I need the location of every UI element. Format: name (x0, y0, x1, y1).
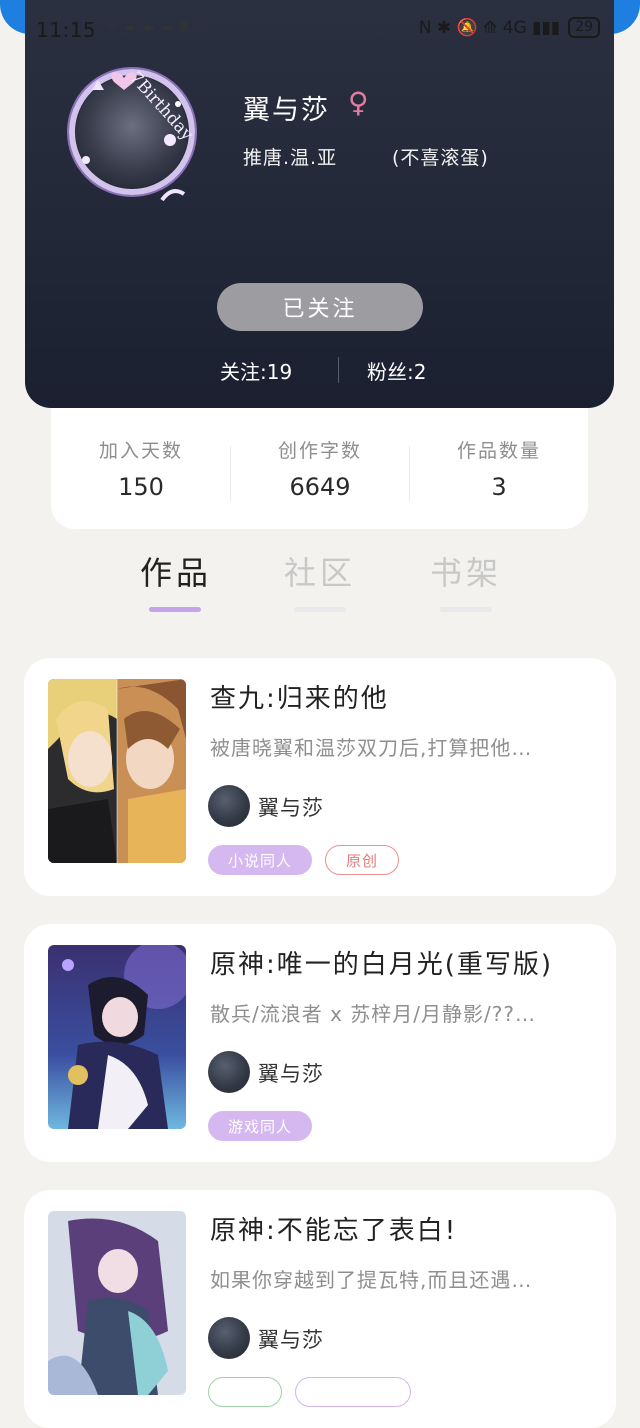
tab-bookshelf[interactable]: 书架 (430, 548, 502, 594)
work-tag[interactable] (295, 1377, 411, 1407)
work-card[interactable]: 原神:不能忘了表白! 如果你穿越到了提瓦特,而且还遇… 翼与莎 (24, 1190, 616, 1428)
work-tag[interactable]: 原创 (325, 845, 399, 875)
profile-bio-note: (不喜滚蛋) (392, 147, 489, 169)
author-avatar[interactable] (208, 1051, 250, 1093)
work-title: 原神:唯一的白月光(重写版) (210, 950, 554, 980)
work-title: 查九:归来的他 (210, 684, 389, 714)
follow-stats: 关注:19 粉丝:2 (0, 356, 640, 386)
stat-value: 6649 (289, 473, 351, 501)
follow-button[interactable]: 已关注 (217, 283, 423, 331)
work-tag[interactable]: 游戏同人 (208, 1111, 312, 1141)
stat-join-days: 加入天数 150 (51, 436, 231, 501)
system-icons: N ✱ 🔕 ⟰ 4G ▮▮▮ 29 (419, 17, 600, 38)
tab-indicator (149, 607, 201, 612)
work-author: 翼与莎 (258, 1328, 324, 1352)
work-card[interactable]: 查九:归来的他 被唐晓翼和温莎双刀后,打算把他… 翼与莎 小说同人 原创 (24, 658, 616, 896)
work-description: 散兵/流浪者 x 苏梓月/月静影/??… (210, 1002, 536, 1026)
stat-label: 加入天数 (98, 440, 183, 462)
divider (338, 357, 339, 383)
tab-indicator (440, 607, 492, 612)
status-time: 11:15 (36, 18, 97, 42)
status-bar: 11:15 ⊖ ☁ ☁ ☁ ▣ … N ✱ 🔕 ⟰ 4G ▮▮▮ 29 (0, 14, 640, 48)
signal-icons: N ✱ 🔕 ⟰ 4G ▮▮▮ (418, 17, 561, 38)
profile-nickname: 翼与莎 (243, 95, 330, 126)
work-cover[interactable] (48, 945, 186, 1129)
tab-indicator (294, 607, 346, 612)
work-cover[interactable] (48, 1211, 186, 1395)
work-description: 被唐晓翼和温莎双刀后,打算把他… (210, 736, 533, 760)
tab-works[interactable]: 作品 (140, 548, 212, 594)
following-count[interactable]: 关注:19 (220, 356, 292, 385)
avatar[interactable]: 7Birthday (67, 67, 200, 202)
stat-word-count: 创作字数 6649 (230, 436, 410, 501)
work-card[interactable]: 原神:唯一的白月光(重写版) 散兵/流浪者 x 苏梓月/月静影/??… 翼与莎 … (24, 924, 616, 1162)
stat-work-count: 作品数量 3 (409, 436, 589, 501)
work-tag[interactable] (208, 1377, 282, 1407)
stat-value: 150 (118, 473, 164, 501)
work-tag[interactable]: 小说同人 (208, 845, 312, 875)
work-author: 翼与莎 (258, 1062, 324, 1086)
work-description: 如果你穿越到了提瓦特,而且还遇… (210, 1268, 533, 1292)
female-gender-icon: ♀ (348, 86, 369, 119)
tab-community[interactable]: 社区 (284, 548, 356, 594)
stat-label: 创作字数 (277, 440, 362, 462)
stat-value: 3 (491, 473, 507, 501)
stat-label: 作品数量 (456, 440, 541, 462)
work-title: 原神:不能忘了表白! (210, 1216, 458, 1246)
notification-icons: ⊖ ☁ ☁ ☁ ▣ … (106, 18, 210, 34)
work-cover[interactable] (48, 679, 186, 863)
followers-count[interactable]: 粉丝:2 (367, 356, 426, 385)
stats-card: 加入天数 150 创作字数 6649 作品数量 3 (51, 408, 588, 529)
battery-icon: 29 (568, 17, 600, 38)
author-avatar[interactable] (208, 1317, 250, 1359)
author-avatar[interactable] (208, 785, 250, 827)
work-author: 翼与莎 (258, 796, 324, 820)
profile-tabs: 作品 社区 书架 (0, 548, 640, 618)
profile-bio: 推唐.温.亚 (243, 147, 338, 169)
